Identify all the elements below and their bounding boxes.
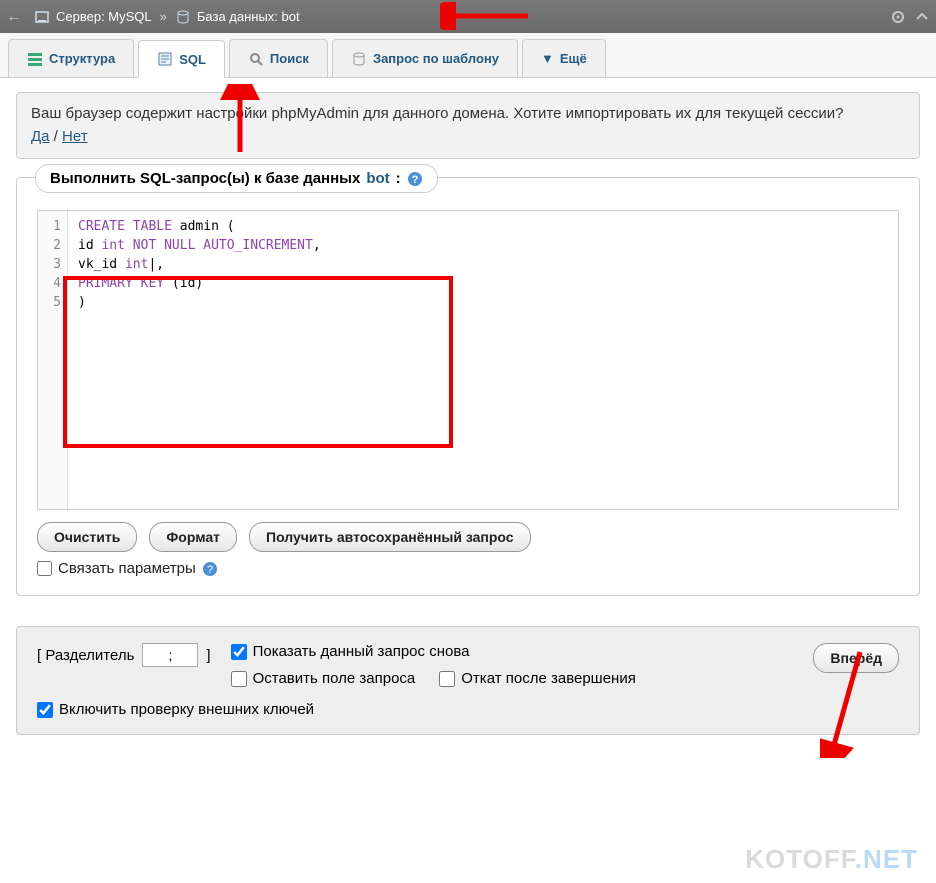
topbar: ← Сервер: MySQL » База данных: bot [0, 0, 936, 33]
watermark-a: KOTOFF [745, 844, 855, 874]
format-button[interactable]: Формат [149, 522, 237, 552]
chevron-down-icon: ▼ [541, 51, 554, 66]
structure-icon [27, 51, 43, 67]
breadcrumb-sep: » [160, 9, 167, 24]
tab-sql[interactable]: SQL [138, 40, 225, 78]
editor-gutter: 1 2 3 4 5 [38, 211, 68, 509]
clear-button[interactable]: Очистить [37, 522, 137, 552]
rollback-checkbox[interactable] [439, 671, 455, 687]
fk-check-label: Включить проверку внешних ключей [59, 701, 314, 718]
legend-suffix: : [396, 170, 401, 187]
tab-search[interactable]: Поиск [229, 39, 328, 77]
rollback-option[interactable]: Откат после завершения [439, 670, 636, 687]
database-icon [175, 9, 191, 25]
bind-params-label: Связать параметры [58, 560, 196, 577]
search-icon [248, 51, 264, 67]
rollback-label: Откат после завершения [461, 670, 636, 687]
svg-text:?: ? [207, 564, 213, 576]
tab-structure[interactable]: Структура [8, 39, 134, 77]
bind-params-row: Связать параметры ? [37, 560, 899, 577]
fk-check-checkbox[interactable] [37, 702, 53, 718]
show-again-checkbox[interactable] [231, 644, 247, 660]
tab-more-label: Ещё [560, 51, 587, 66]
retain-box-label: Оставить поле запроса [253, 670, 416, 687]
collapse-icon[interactable] [914, 9, 930, 25]
show-again-option[interactable]: Показать данный запрос снова [231, 643, 636, 660]
breadcrumb-server[interactable]: Сервер: MySQL [56, 9, 152, 24]
sql-panel-legend: Выполнить SQL-запрос(ы) к базе данных bo… [35, 164, 438, 193]
notice-no-link[interactable]: Нет [62, 128, 88, 145]
editor-buttons: Очистить Формат Получить автосохранённый… [37, 522, 899, 552]
tabs: Структура SQL Поиск Запрос по шаблону ▼ … [0, 33, 936, 78]
delimiter-group: [ Разделитель ] [37, 643, 211, 667]
tab-query-template-label: Запрос по шаблону [373, 51, 499, 66]
database-icon [351, 51, 367, 67]
retain-box-checkbox[interactable] [231, 671, 247, 687]
bind-params-checkbox[interactable] [37, 561, 52, 576]
go-button[interactable]: Вперёд [813, 643, 899, 673]
breadcrumb: Сервер: MySQL » База данных: bot [34, 9, 300, 25]
watermark-b: .NET [855, 844, 918, 874]
sql-options-footer: [ Разделитель ] Показать данный запрос с… [16, 626, 920, 735]
tab-search-label: Поиск [270, 51, 309, 66]
tab-query-template[interactable]: Запрос по шаблону [332, 39, 518, 77]
legend-dbname: bot [366, 170, 389, 187]
legend-prefix: Выполнить SQL-запрос(ы) к базе данных [50, 170, 360, 187]
editor-code[interactable]: CREATE TABLE admin ( id int NOT NULL AUT… [68, 211, 898, 509]
tab-structure-label: Структура [49, 51, 115, 66]
back-button[interactable]: ← [6, 8, 26, 26]
notice-sep: / [50, 128, 63, 145]
breadcrumb-database[interactable]: База данных: bot [197, 9, 300, 24]
gear-icon[interactable] [890, 9, 906, 25]
server-icon [34, 9, 50, 25]
delimiter-input[interactable] [142, 643, 198, 667]
notice-text: Ваш браузер содержит настройки phpMyAdmi… [31, 105, 844, 122]
show-again-label: Показать данный запрос снова [253, 643, 470, 660]
tab-sql-label: SQL [179, 52, 206, 67]
help-icon[interactable]: ? [407, 171, 423, 187]
notice-yes-link[interactable]: Да [31, 128, 50, 145]
delimiter-label-open: [ Разделитель [37, 647, 134, 664]
help-icon[interactable]: ? [202, 561, 218, 577]
svg-text:?: ? [411, 174, 418, 186]
tab-more[interactable]: ▼ Ещё [522, 39, 606, 77]
import-settings-notice: Ваш браузер содержит настройки phpMyAdmi… [16, 92, 920, 159]
sql-icon [157, 51, 173, 67]
watermark: KOTOFF.NET [745, 844, 918, 875]
retain-box-option[interactable]: Оставить поле запроса [231, 670, 416, 687]
sql-editor[interactable]: 1 2 3 4 5 CREATE TABLE admin ( id int NO… [37, 210, 899, 510]
delimiter-label-close: ] [206, 647, 210, 664]
autosaved-button[interactable]: Получить автосохранённый запрос [249, 522, 531, 552]
sql-panel: Выполнить SQL-запрос(ы) к базе данных bo… [16, 177, 920, 596]
